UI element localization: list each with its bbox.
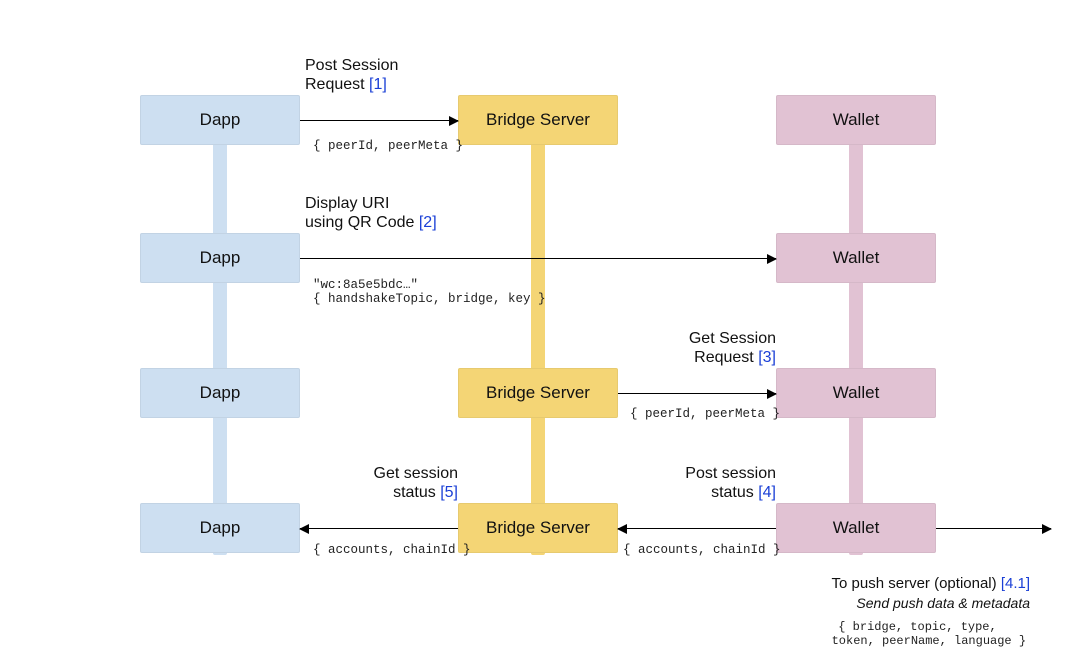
label: Bridge Server	[486, 383, 590, 403]
label: Wallet	[833, 248, 880, 268]
node-dapp-4: Dapp	[140, 503, 300, 553]
step-num: [1]	[369, 76, 387, 93]
node-dapp-3: Dapp	[140, 368, 300, 418]
node-wallet-3: Wallet	[776, 368, 936, 418]
label: Dapp	[200, 518, 241, 538]
lifeline-dapp	[213, 95, 227, 555]
node-wallet-4: Wallet	[776, 503, 936, 553]
label: Wallet	[833, 383, 880, 403]
payload-step-4: { accounts, chainId }	[623, 543, 781, 557]
arrow-step-1	[300, 120, 458, 121]
label: Dapp	[200, 248, 241, 268]
text: Post Session	[305, 57, 398, 74]
lifeline-bridge	[531, 95, 545, 555]
step-num: [3]	[758, 349, 776, 366]
step-num: [5]	[440, 484, 458, 501]
node-bridge-4: Bridge Server	[458, 503, 618, 553]
text: Get session	[374, 465, 458, 482]
label: Wallet	[833, 518, 880, 538]
line: token, peerName, language }	[810, 634, 1026, 648]
arrow-step-3	[618, 393, 776, 394]
text: Get Session	[689, 330, 776, 347]
text: using QR Code	[305, 214, 414, 231]
label: Dapp	[200, 383, 241, 403]
text: status	[711, 484, 754, 501]
node-wallet-1: Wallet	[776, 95, 936, 145]
step-num: [4.1]	[1001, 575, 1030, 592]
line: "wc:8a5e5bdc…"	[313, 278, 418, 292]
payload-step-5: { accounts, chainId }	[313, 543, 471, 557]
text: Request	[694, 349, 754, 366]
label-step-4: Post session status [4]	[640, 464, 776, 502]
text: To push server (optional)	[832, 575, 997, 592]
label: Bridge Server	[486, 518, 590, 538]
line: { handshakeTopic, bridge, key }	[313, 292, 546, 306]
step-num: [2]	[419, 214, 437, 231]
node-dapp-1: Dapp	[140, 95, 300, 145]
lifeline-wallet	[849, 95, 863, 555]
node-wallet-2: Wallet	[776, 233, 936, 283]
arrow-step-4	[618, 528, 776, 529]
label: Dapp	[200, 110, 241, 130]
subtitle: Send push data & metadata	[856, 595, 1030, 611]
text: Request	[305, 76, 365, 93]
arrow-step-5	[300, 528, 458, 529]
text: Display URI	[305, 195, 389, 212]
arrow-step-2	[300, 258, 776, 259]
label: Bridge Server	[486, 110, 590, 130]
label-step-4-1: To push server (optional) [4.1] Send pus…	[770, 574, 1030, 613]
payload-step-1: { peerId, peerMeta }	[313, 139, 463, 153]
label-step-5: Get session status [5]	[322, 464, 458, 502]
text: Post session	[685, 465, 776, 482]
label: Wallet	[833, 110, 880, 130]
walletconnect-sequence-diagram: Dapp Bridge Server Wallet Post Session R…	[0, 0, 1067, 667]
label-step-1: Post Session Request [1]	[305, 56, 398, 94]
payload-step-4-1: { bridge, topic, type, token, peerName, …	[810, 620, 1025, 648]
arrow-step-4-1	[936, 528, 1051, 529]
payload-step-3: { peerId, peerMeta }	[630, 407, 780, 421]
payload-step-2: "wc:8a5e5bdc…"{ handshakeTopic, bridge, …	[313, 278, 546, 306]
label-step-2: Display URI using QR Code [2]	[305, 194, 437, 232]
node-bridge-3: Bridge Server	[458, 368, 618, 418]
node-bridge-1: Bridge Server	[458, 95, 618, 145]
line: { bridge, topic, type,	[838, 620, 996, 634]
text: status	[393, 484, 436, 501]
label-step-3: Get Session Request [3]	[640, 329, 776, 367]
node-dapp-2: Dapp	[140, 233, 300, 283]
step-num: [4]	[758, 484, 776, 501]
